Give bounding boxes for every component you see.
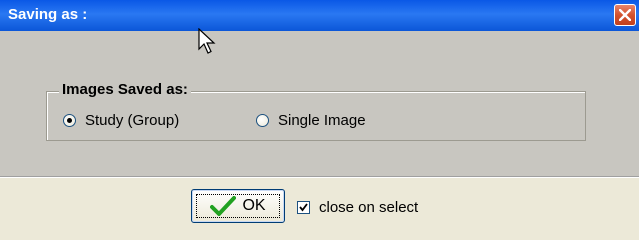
ok-button[interactable]: OK bbox=[191, 189, 285, 223]
mouse-cursor-icon bbox=[198, 28, 216, 54]
close-icon bbox=[619, 9, 631, 21]
separator bbox=[0, 176, 639, 178]
dialog-window: Saving as : Images Saved as: Study (Grou… bbox=[0, 0, 639, 240]
radio-label-study: Study (Group) bbox=[85, 112, 180, 129]
focus-rect bbox=[196, 194, 280, 218]
radio-label-single: Single Image bbox=[278, 112, 366, 129]
dialog-body: Images Saved as: Study (Group) Single Im… bbox=[0, 31, 639, 240]
close-on-select-option[interactable]: close on select bbox=[297, 199, 418, 216]
radio-single-image[interactable]: Single Image bbox=[256, 112, 366, 129]
radio-button-single[interactable] bbox=[256, 114, 269, 127]
radio-button-study[interactable] bbox=[63, 114, 76, 127]
close-on-select-checkbox[interactable] bbox=[297, 201, 310, 214]
window-title: Saving as : bbox=[8, 6, 88, 23]
title-bar[interactable]: Saving as : bbox=[0, 0, 639, 31]
close-on-select-label: close on select bbox=[319, 199, 419, 216]
check-icon bbox=[299, 203, 308, 212]
close-button[interactable] bbox=[614, 4, 636, 26]
radio-study-group[interactable]: Study (Group) bbox=[63, 112, 179, 129]
images-saved-as-group: Images Saved as: Study (Group) Single Im… bbox=[46, 81, 586, 141]
options-panel: Images Saved as: Study (Group) Single Im… bbox=[0, 31, 639, 176]
group-title: Images Saved as: bbox=[59, 81, 191, 98]
